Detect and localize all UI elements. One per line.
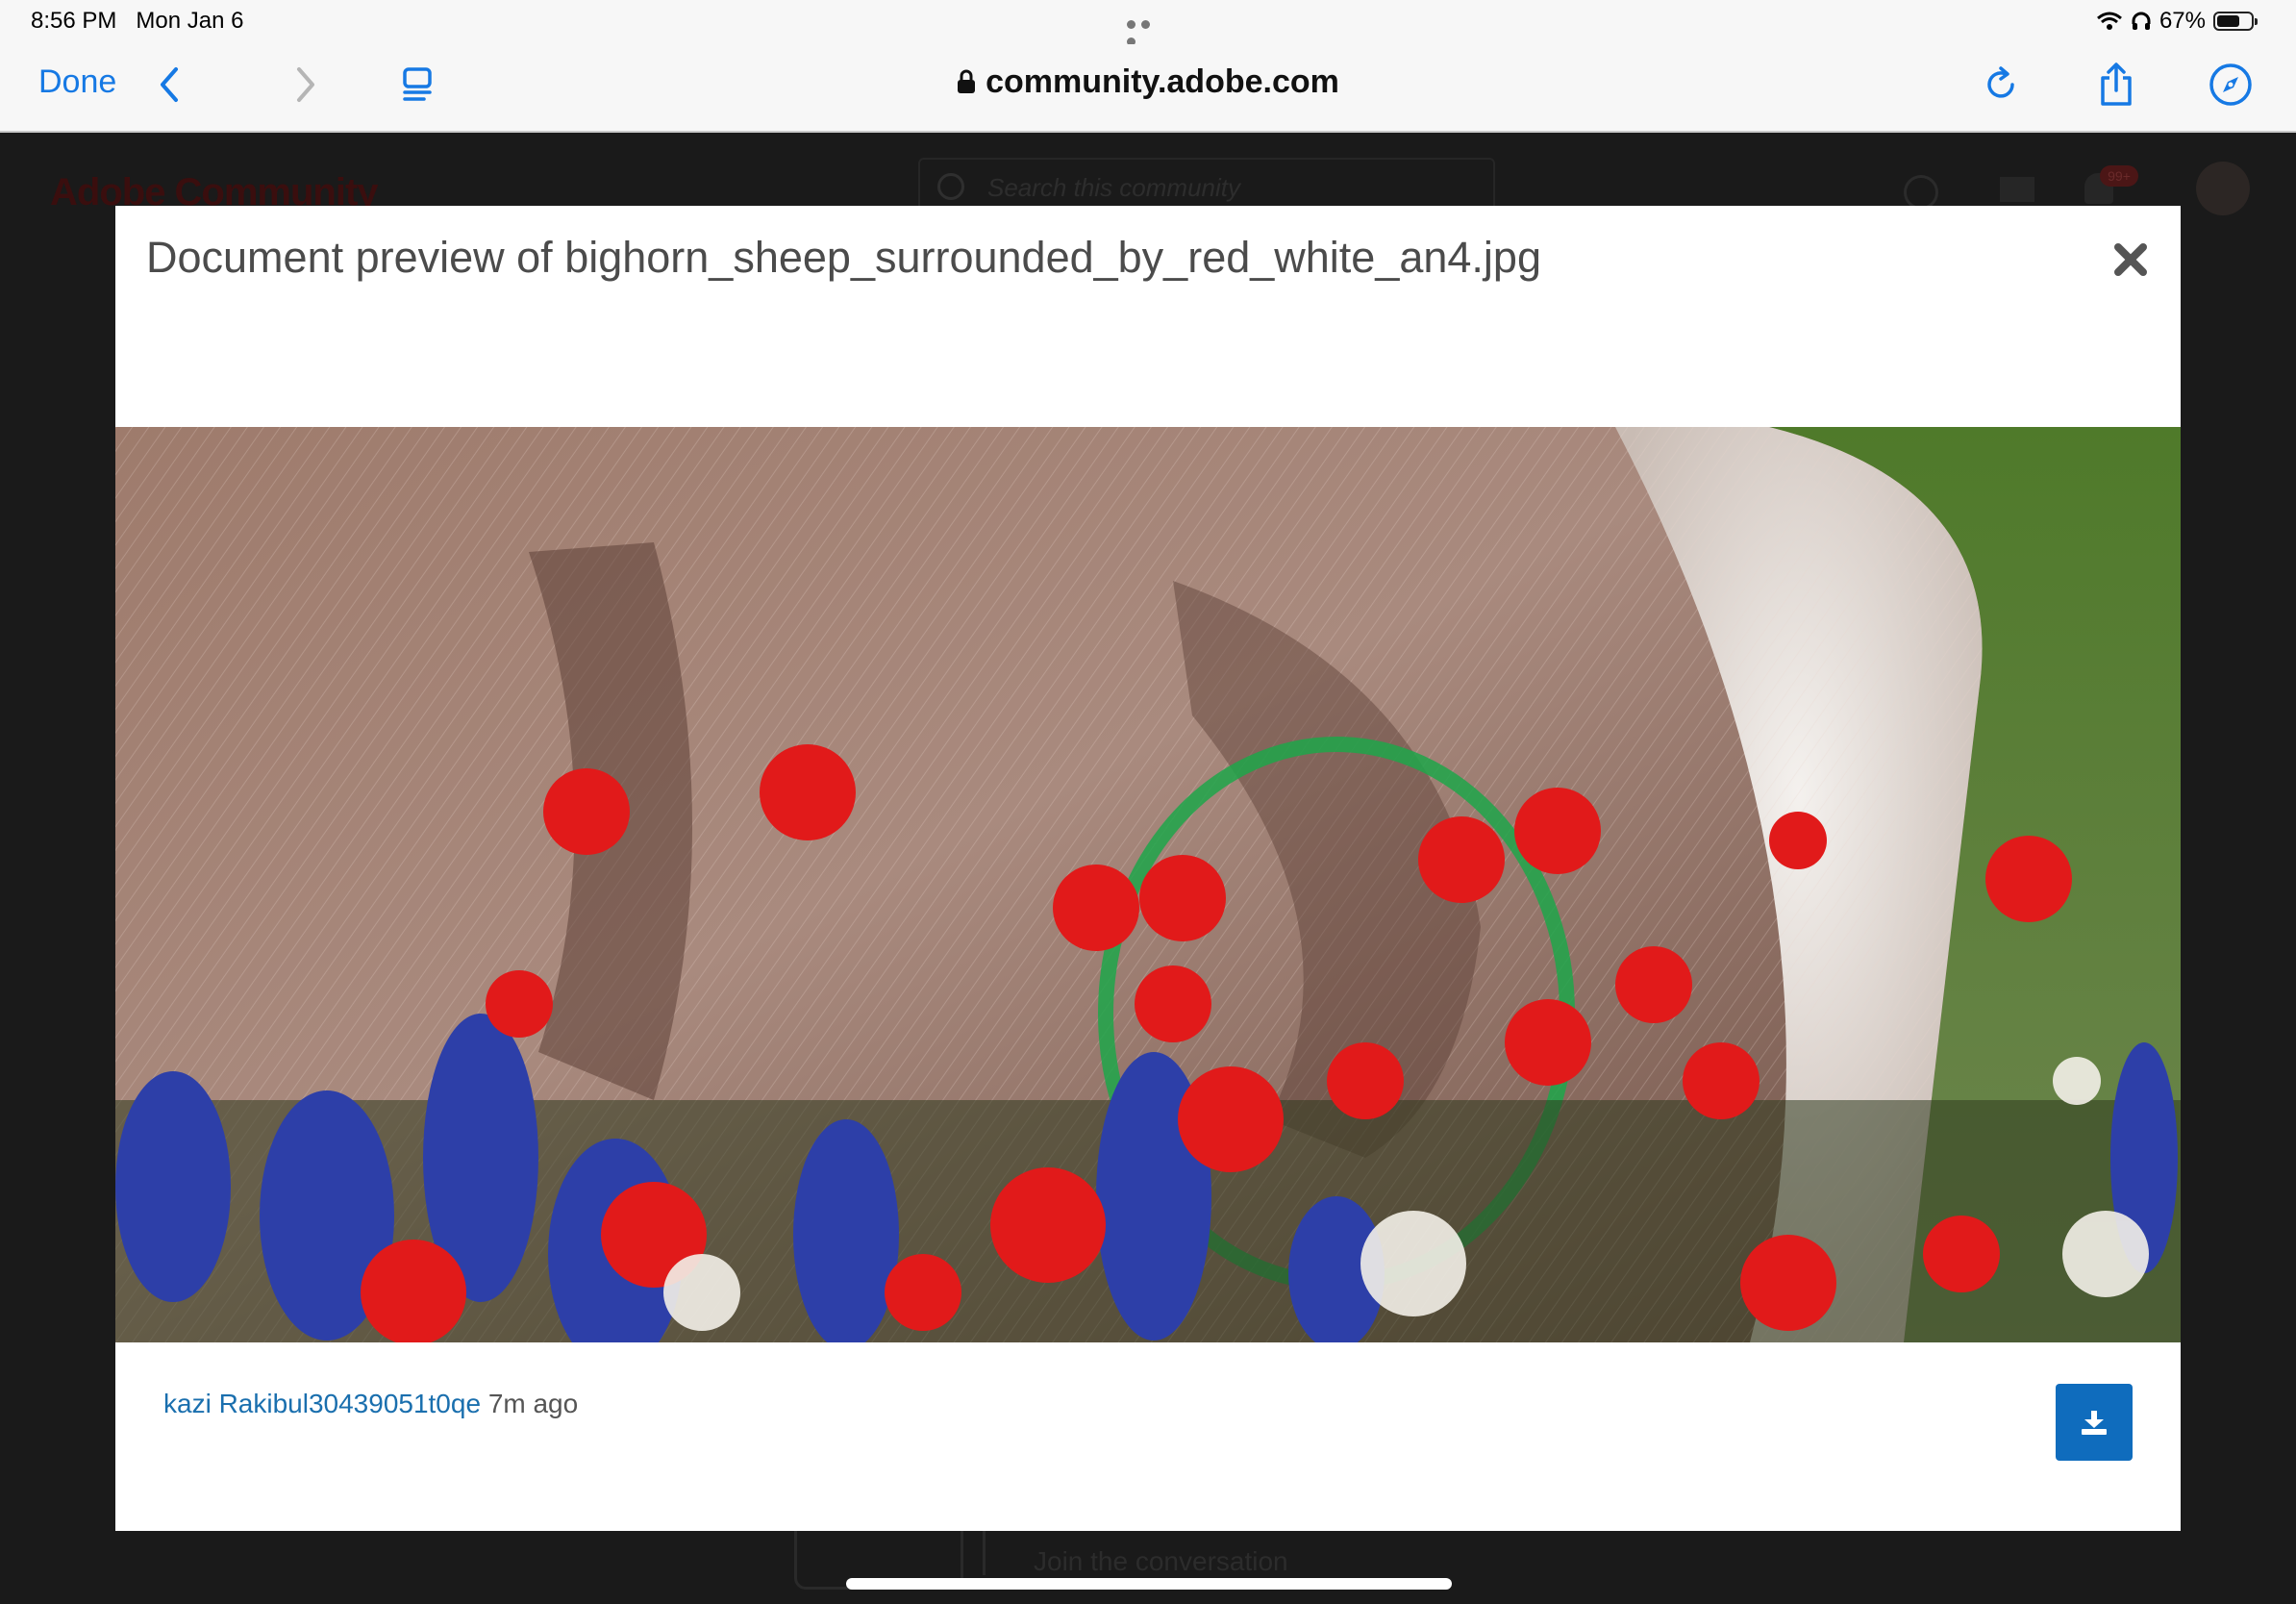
notification-badge: 99+ <box>2100 165 2138 187</box>
home-indicator[interactable] <box>846 1578 1452 1590</box>
share-icon[interactable] <box>2093 62 2139 108</box>
headphones-icon <box>2132 12 2151 30</box>
multitasking-dots-icon[interactable] <box>1127 16 1169 46</box>
document-preview-modal: Document preview of bighorn_sheep_surrou… <box>115 206 2181 1531</box>
status-indicators: 67% <box>2096 8 2258 35</box>
wifi-icon <box>2096 12 2122 30</box>
lock-icon <box>957 65 976 103</box>
search-placeholder: Search this community <box>987 173 1240 202</box>
browser-toolbar: Done community.adobe.com <box>0 44 2296 133</box>
image-preview <box>115 427 2181 1342</box>
avatar <box>2196 162 2250 215</box>
date-text: Mon Jan 6 <box>136 8 244 34</box>
address-bar[interactable]: community.adobe.com <box>0 63 2296 103</box>
close-icon[interactable] <box>2111 240 2150 279</box>
author-link[interactable]: kazi Rakibul30439051t0qe <box>163 1389 481 1418</box>
compass-icon[interactable] <box>2208 62 2254 108</box>
modal-title: Document preview of bighorn_sheep_surrou… <box>146 233 1541 282</box>
globe-icon <box>1904 175 1938 210</box>
status-time: 8:56 PM Mon Jan 6 <box>31 8 243 35</box>
download-button[interactable] <box>2056 1384 2133 1461</box>
join-conversation-text: Join the conversation <box>1034 1546 1288 1576</box>
download-icon <box>2082 1411 2107 1435</box>
search-icon <box>937 173 964 200</box>
mail-icon <box>2000 177 2034 202</box>
post-meta: kazi Rakibul30439051t0qe 7m ago <box>163 1389 578 1419</box>
status-bar: 8:56 PM Mon Jan 6 67% <box>0 0 2296 46</box>
timestamp: 7m ago <box>487 1389 579 1418</box>
url-text: community.adobe.com <box>986 63 1339 100</box>
battery-percent: 67% <box>2159 8 2206 34</box>
bighorn-sheep-photo <box>115 427 2181 1342</box>
battery-icon <box>2213 12 2258 31</box>
clock-text: 8:56 PM <box>31 8 117 34</box>
reload-icon[interactable] <box>1979 62 2025 108</box>
